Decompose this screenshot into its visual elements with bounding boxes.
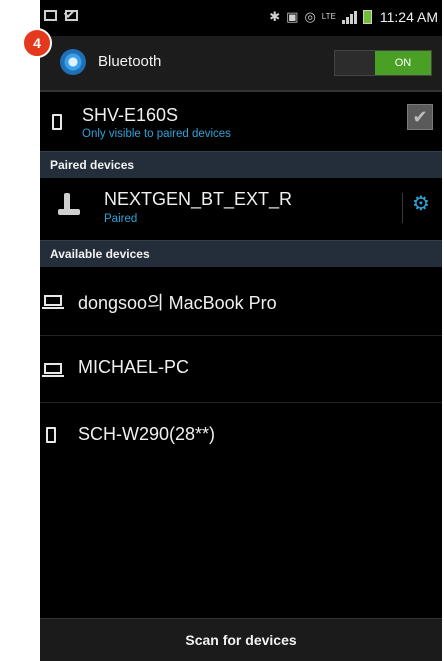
footer-bar: Scan for devices [40, 618, 442, 661]
bluetooth-toggle[interactable]: ON [334, 50, 432, 76]
notification-icon [44, 10, 57, 21]
lte-indicator: LTE [321, 12, 336, 21]
laptop-icon [42, 295, 64, 309]
phone-icon [46, 427, 56, 443]
battery-icon [362, 10, 372, 24]
paired-devices-label: Paired devices [50, 158, 135, 172]
action-bar: Bluetooth ON [40, 36, 442, 92]
available-devices-header: Available devices [40, 240, 442, 267]
mail-icon [65, 10, 78, 21]
my-device-row[interactable]: SHV-E160S Only visible to paired devices… [40, 92, 442, 150]
headset-icon [58, 193, 80, 215]
paired-device-row[interactable]: NEXTGEN_BT_EXT_R Paired ⚙ [40, 179, 442, 239]
bluetooth-settings-screen: ✱ ▣ ◎ LTE 11:24 AM Bluetooth ON SHV-E160… [40, 0, 442, 661]
available-devices-label: Available devices [50, 247, 150, 261]
visibility-checkbox[interactable]: ✔ [407, 104, 433, 130]
status-time: 11:24 AM [379, 9, 438, 25]
paired-device-name: NEXTGEN_BT_EXT_R [104, 189, 293, 209]
bluetooth-status-icon: ✱ [269, 9, 281, 24]
available-device-row[interactable]: dongsoo의 MacBook Pro [40, 268, 442, 334]
paired-devices-header: Paired devices [40, 151, 442, 178]
laptop-icon [42, 363, 64, 377]
divider [402, 193, 403, 223]
page-title: Bluetooth [98, 53, 162, 70]
device-name: dongsoo의 MacBook Pro [78, 293, 277, 313]
gear-icon[interactable]: ⚙ [409, 192, 433, 216]
available-device-row[interactable]: MICHAEL-PC [40, 336, 442, 402]
device-name: SCH-W290(28**) [78, 424, 216, 444]
step-number-badge: 4 [22, 28, 52, 58]
toggle-on-label: ON [375, 51, 431, 75]
available-device-row[interactable]: SCH-W290(28**) [40, 403, 442, 469]
status-bar: ✱ ▣ ◎ LTE 11:24 AM [40, 0, 442, 36]
scan-for-devices-button[interactable]: Scan for devices [40, 619, 442, 661]
device-name: MICHAEL-PC [78, 357, 190, 377]
nfc-icon: ▣ [286, 9, 299, 24]
signal-icon [341, 10, 357, 24]
alarm-icon: ◎ [304, 9, 316, 24]
paired-status: Paired [104, 213, 138, 225]
my-device-name: SHV-E160S [82, 105, 179, 125]
phone-icon [52, 114, 62, 130]
visibility-status: Only visible to paired devices [82, 128, 231, 140]
bluetooth-settings-icon[interactable] [60, 49, 86, 75]
